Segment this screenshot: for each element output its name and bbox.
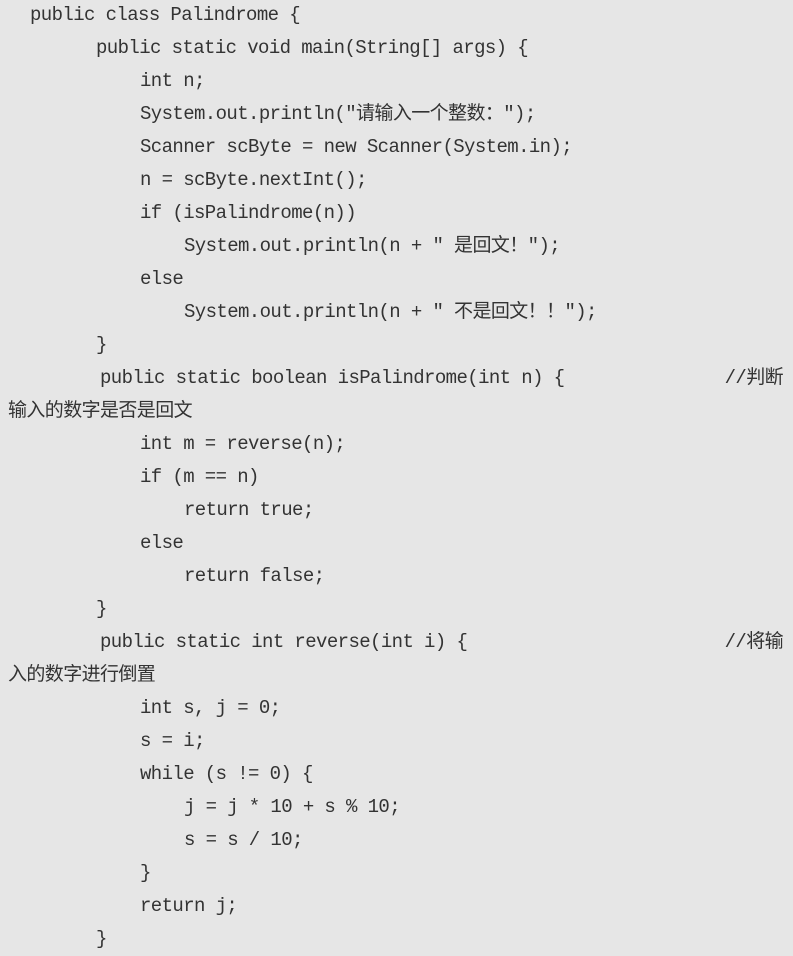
code-line: n = scByte.nextInt();	[140, 164, 367, 197]
code-comment: //将输	[724, 631, 784, 653]
code-line: if (isPalindrome(n))	[140, 197, 357, 230]
code-text: else	[140, 268, 184, 290]
code-line: s = i;	[140, 725, 205, 758]
code-text: public static void main(String[] args) {	[96, 37, 529, 59]
code-line-ispalindrome-declaration: public static boolean isPalindrome(int n…	[100, 362, 793, 395]
code-text: return true;	[184, 499, 314, 521]
code-comment-continuation: 入的数字进行倒置	[8, 659, 156, 692]
code-text: j = j * 10 + s % 10;	[184, 796, 401, 818]
code-text: s = s / 10;	[184, 829, 303, 851]
code-line: return j;	[140, 890, 238, 923]
code-text: public class Palindrome {	[30, 4, 301, 26]
code-line-reverse-declaration: public static int reverse(int i) { //将输	[100, 626, 793, 659]
code-line: System.out.println("请输入一个整数：");	[140, 98, 536, 131]
code-text: }	[96, 928, 107, 950]
code-text: public static boolean isPalindrome(int n…	[100, 367, 565, 389]
code-line: Scanner scByte = new Scanner(System.in);	[140, 131, 573, 164]
code-text: n = scByte.nextInt();	[140, 169, 367, 191]
code-text: else	[140, 532, 184, 554]
code-text: System.out.println("请输入一个整数：");	[140, 103, 536, 125]
code-line-closing-brace: }	[140, 857, 151, 890]
code-text: s = i;	[140, 730, 205, 752]
code-line-main-declaration: public static void main(String[] args) {	[96, 32, 529, 65]
code-comment: //判断	[724, 367, 784, 389]
code-line: s = s / 10;	[184, 824, 303, 857]
code-line: System.out.println(n + " 是回文！");	[184, 230, 561, 263]
code-comment-continuation: 输入的数字是否是回文	[8, 395, 193, 428]
code-text: return false;	[184, 565, 325, 587]
code-text: System.out.println(n + " 不是回文！！");	[184, 301, 597, 323]
code-text: 输入的数字是否是回文	[8, 400, 193, 422]
code-line: if (m == n)	[140, 461, 259, 494]
code-text: while (s != 0) {	[140, 763, 313, 785]
code-text: Scanner scByte = new Scanner(System.in);	[140, 136, 573, 158]
code-line: while (s != 0) {	[140, 758, 313, 791]
code-text: public static int reverse(int i) {	[100, 631, 468, 653]
code-text: if (isPalindrome(n))	[140, 202, 357, 224]
code-line: int s, j = 0;	[140, 692, 281, 725]
code-line: int n;	[140, 65, 205, 98]
code-text: System.out.println(n + " 是回文！");	[184, 235, 561, 257]
code-text: int n;	[140, 70, 205, 92]
code-line: else	[140, 527, 184, 560]
code-line: return false;	[184, 560, 325, 593]
code-line-closing-brace: }	[96, 923, 107, 956]
code-line: j = j * 10 + s % 10;	[184, 791, 401, 824]
code-line: else	[140, 263, 184, 296]
code-text: 入的数字进行倒置	[8, 664, 156, 686]
code-line: int m = reverse(n);	[140, 428, 346, 461]
code-text: int m = reverse(n);	[140, 433, 346, 455]
code-line-closing-brace: }	[96, 593, 107, 626]
code-line: return true;	[184, 494, 314, 527]
code-text: }	[96, 598, 107, 620]
code-line-class-declaration: public class Palindrome {	[30, 0, 301, 32]
code-line-closing-brace: }	[96, 329, 107, 362]
code-text: int s, j = 0;	[140, 697, 281, 719]
code-listing: public class Palindrome { public static …	[0, 0, 793, 955]
code-text: return j;	[140, 895, 238, 917]
code-text: if (m == n)	[140, 466, 259, 488]
code-line: System.out.println(n + " 不是回文！！");	[184, 296, 597, 329]
code-text: }	[140, 862, 151, 884]
code-text: }	[96, 334, 107, 356]
